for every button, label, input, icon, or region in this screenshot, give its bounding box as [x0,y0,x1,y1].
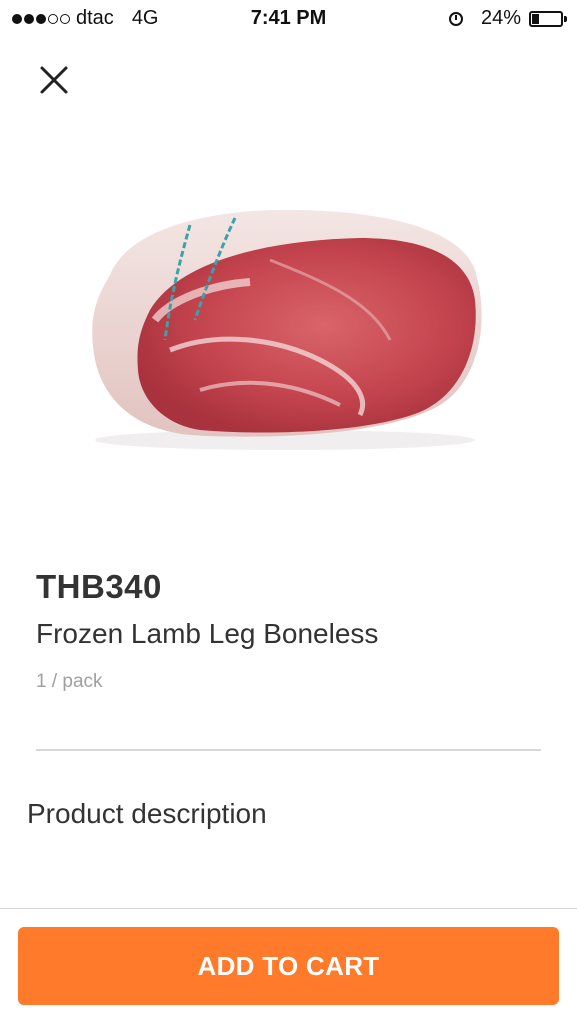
product-description-heading: Product description [27,798,267,829]
product-price: THB340 [36,568,162,605]
battery-percent: 24% [480,7,521,29]
status-right: 24% [448,7,567,30]
battery-tip [564,15,567,22]
product-image [70,190,500,460]
status-bar: dtac 4G 7:41 PM 24% [0,0,577,38]
close-button[interactable] [36,62,72,98]
battery-body [529,10,563,27]
close-icon [40,66,68,94]
product-name: Frozen Lamb Leg Boneless [36,618,379,649]
product-unit: 1 / pack [36,671,103,692]
divider [36,749,541,751]
alarm-clock-icon [448,11,463,26]
frozen-lamb-leg-image [92,209,482,450]
battery-icon [529,10,567,27]
add-to-cart-button[interactable]: ADD TO CART [18,927,559,1005]
battery-fill [532,13,539,24]
footer-divider [0,908,577,909]
